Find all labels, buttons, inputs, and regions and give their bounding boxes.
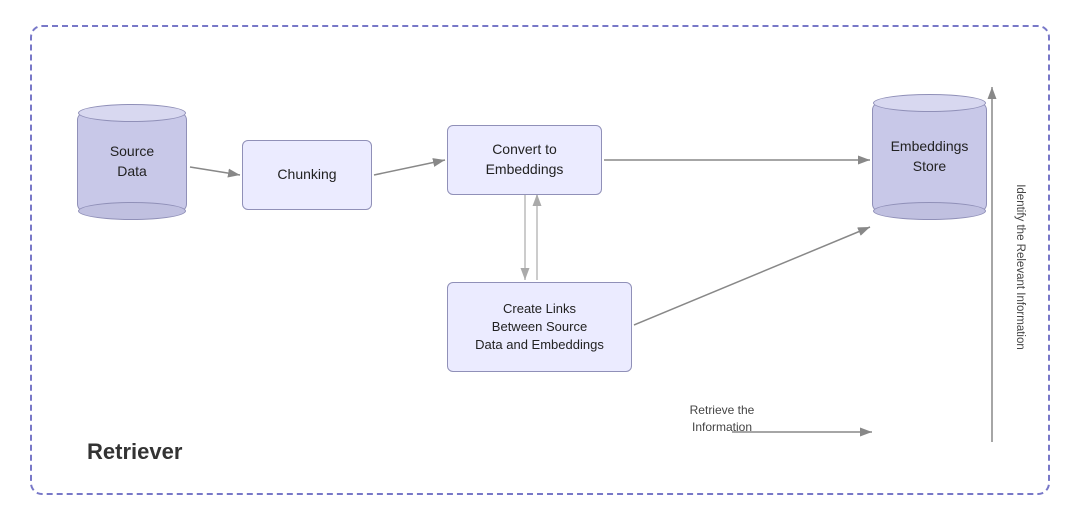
chunking-node: Chunking — [242, 140, 372, 210]
diagram-area: Source Data Chunking Convert to Embeddin… — [32, 27, 1048, 493]
chunking-label: Chunking — [277, 165, 336, 185]
diagram-container: Source Data Chunking Convert to Embeddin… — [30, 25, 1050, 495]
source-data-node: Source Data — [77, 97, 187, 217]
create-links-node: Create Links Between Source Data and Emb… — [447, 282, 632, 372]
retriever-label: Retriever — [87, 439, 182, 465]
convert-embeddings-label: Convert to Embeddings — [486, 140, 564, 179]
retrieve-information-label: Retrieve the Information — [672, 402, 772, 436]
embeddings-store-label: Embeddings Store — [891, 137, 969, 176]
identify-relevant-label: Identify the Relevant Information — [1006, 87, 1034, 447]
embeddings-store-node: Embeddings Store — [872, 82, 987, 222]
source-data-label: Source Data — [110, 142, 154, 181]
convert-embeddings-node: Convert to Embeddings — [447, 125, 602, 195]
create-links-label: Create Links Between Source Data and Emb… — [475, 300, 604, 355]
